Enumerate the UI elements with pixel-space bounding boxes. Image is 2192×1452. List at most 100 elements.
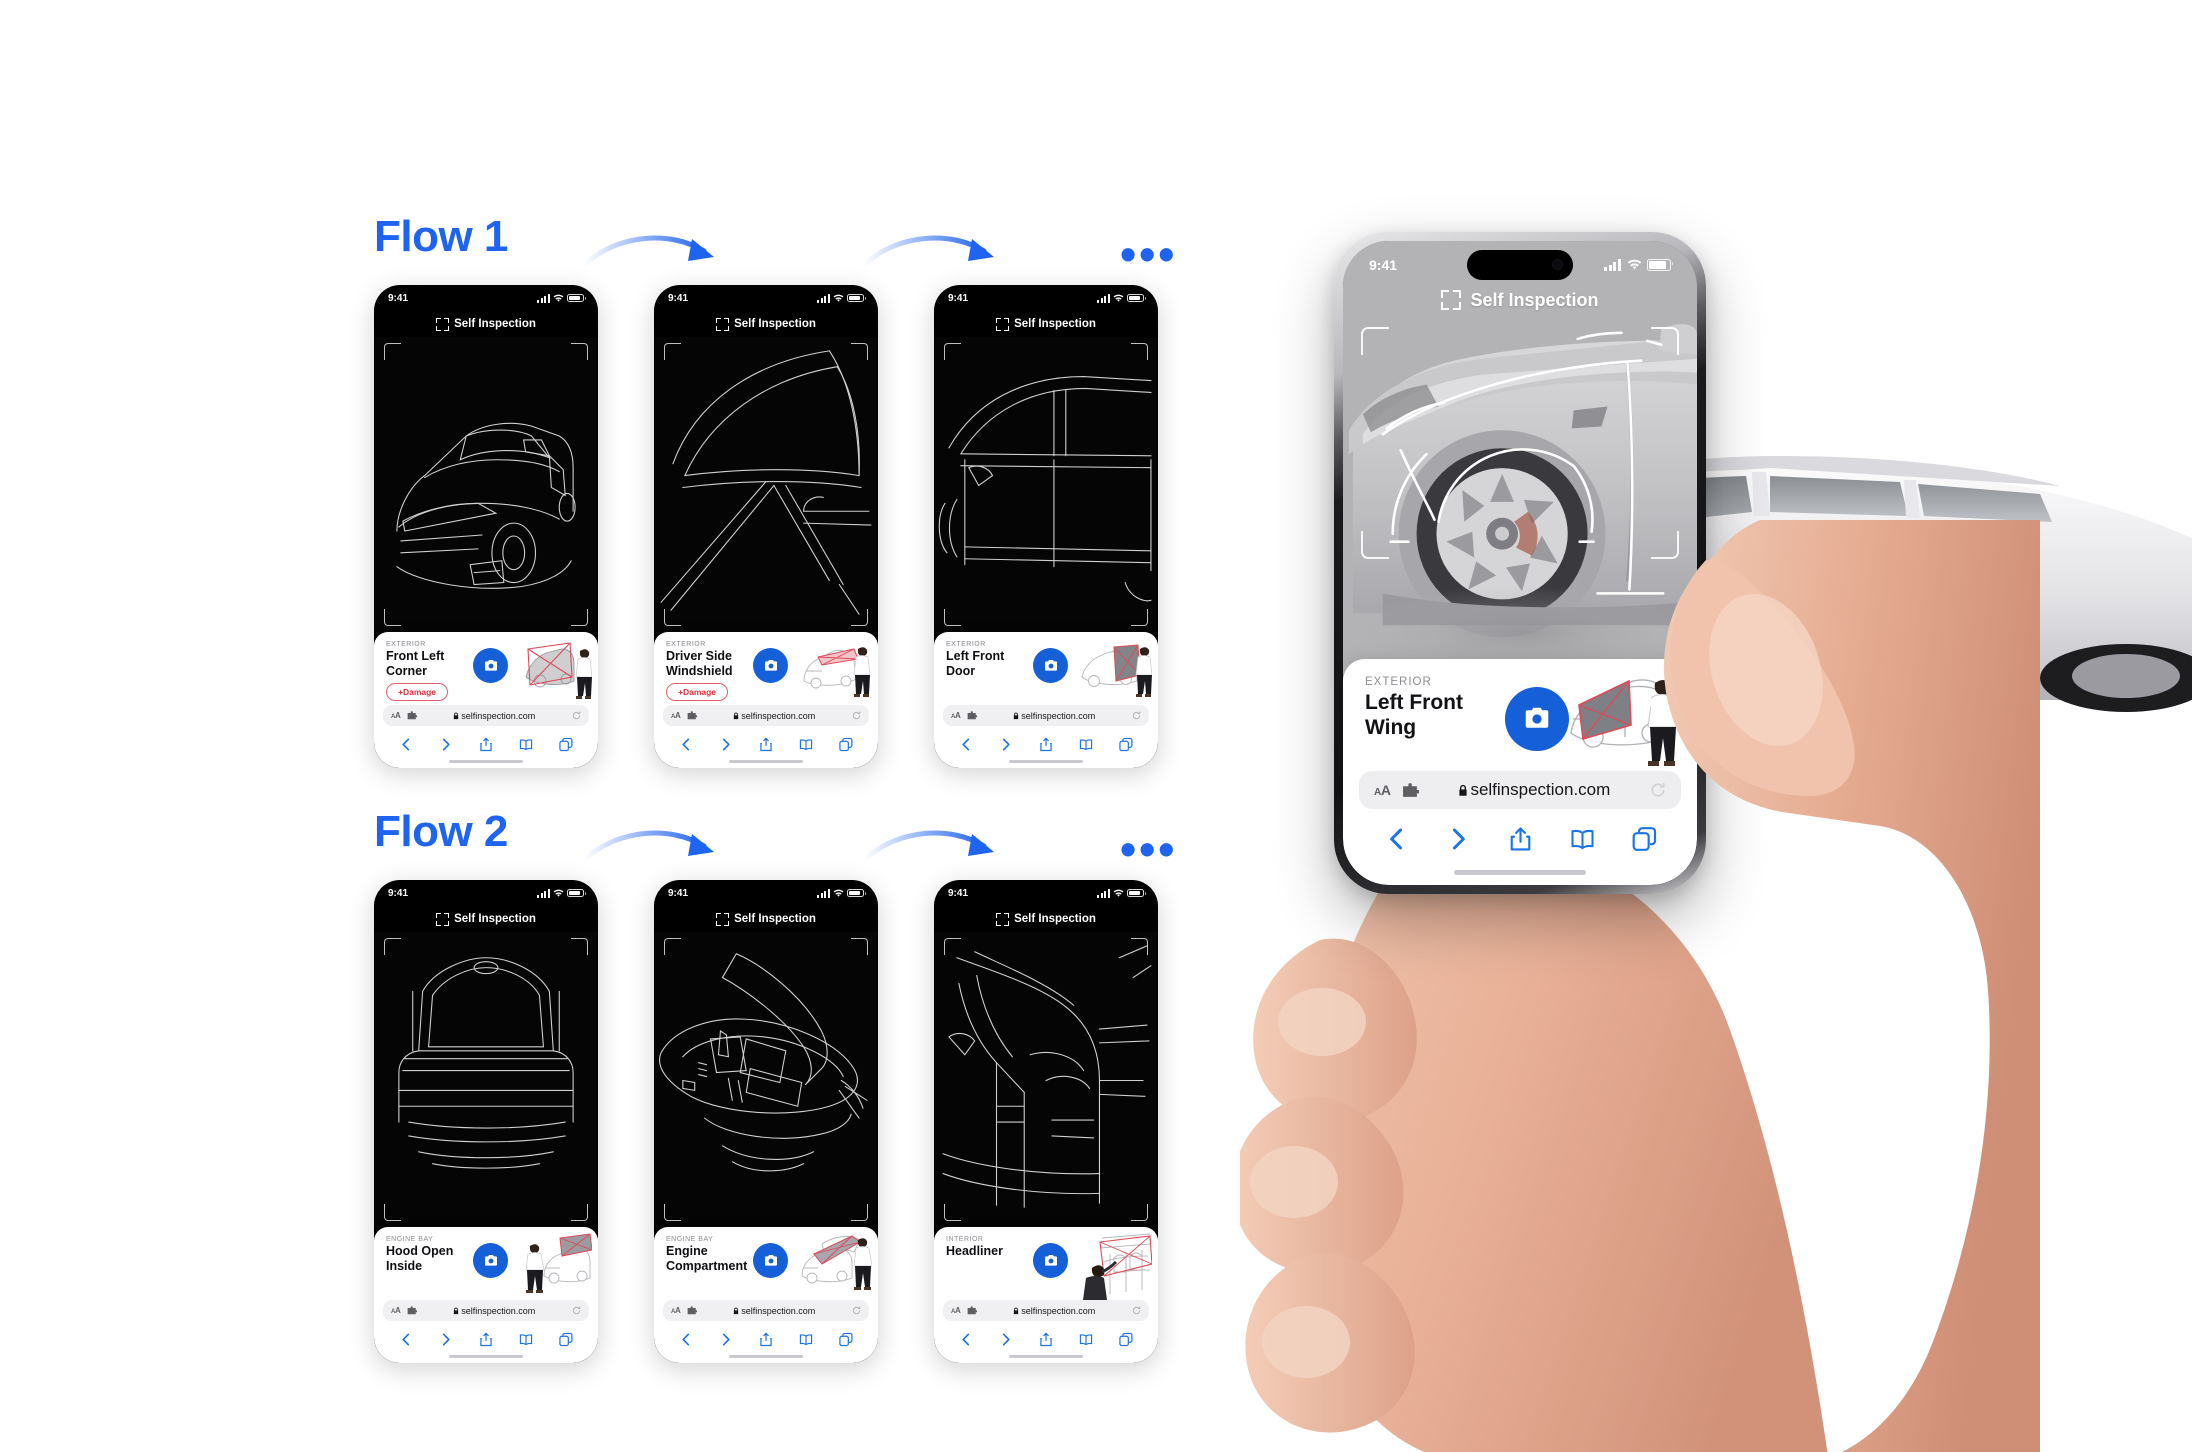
- reload-icon[interactable]: [572, 711, 581, 720]
- back-button[interactable]: [959, 1332, 973, 1347]
- capture-button[interactable]: [753, 648, 788, 683]
- bookmarks-button[interactable]: [1079, 1332, 1093, 1347]
- forward-button[interactable]: [439, 737, 453, 752]
- camera-viewfinder[interactable]: [654, 932, 878, 1229]
- part-name-line-1: Left Front: [1365, 691, 1463, 714]
- extensions-puzzle-icon[interactable]: [967, 711, 977, 720]
- flow-2-overflow-menu[interactable]: •••: [1120, 826, 1177, 872]
- share-button[interactable]: [1039, 1332, 1053, 1347]
- wifi-icon: [1113, 889, 1124, 897]
- text-size-button[interactable]: AA: [951, 1306, 961, 1315]
- bookmarks-button[interactable]: [1079, 737, 1093, 752]
- phone-screen-headliner[interactable]: 9:41 Self Inspection INTERIOR Headliner …: [934, 880, 1158, 1363]
- bookmarks-button[interactable]: [799, 737, 813, 752]
- capture-button[interactable]: [1033, 648, 1068, 683]
- share-button[interactable]: [479, 737, 493, 752]
- camera-icon: [484, 659, 497, 671]
- lock-icon: [734, 712, 739, 719]
- camera-viewfinder[interactable]: [934, 337, 1158, 634]
- forward-button[interactable]: [999, 1332, 1013, 1347]
- phone-screen-front-left-corner[interactable]: 9:41 Self Inspection EXTERIOR Front Left…: [374, 285, 598, 768]
- camera-viewfinder[interactable]: [374, 337, 598, 634]
- status-bar: 9:41: [934, 880, 1158, 906]
- extensions-puzzle-icon[interactable]: [967, 1306, 977, 1315]
- reload-icon[interactable]: [1132, 1306, 1141, 1315]
- status-time: 9:41: [388, 887, 409, 899]
- text-size-button[interactable]: AA: [951, 711, 961, 720]
- tabs-button[interactable]: [839, 1332, 853, 1347]
- text-size-button[interactable]: AA: [1374, 782, 1391, 798]
- back-button[interactable]: [679, 737, 693, 752]
- bookmarks-button[interactable]: [519, 737, 533, 752]
- capture-button[interactable]: [473, 1243, 508, 1278]
- inspection-sheet: EXTERIOR Left Front Door AA selfinspecti…: [934, 632, 1158, 768]
- tabs-button[interactable]: [839, 737, 853, 752]
- add-damage-button[interactable]: +Damage: [666, 683, 729, 701]
- back-button[interactable]: [399, 737, 413, 752]
- app-header: Self Inspection: [654, 313, 878, 335]
- safari-url-bar[interactable]: AA selfinspection.com: [383, 705, 589, 726]
- share-button[interactable]: [759, 737, 773, 752]
- safari-url-bar[interactable]: AA selfinspection.com: [943, 1300, 1149, 1321]
- safari-url-bar[interactable]: AA selfinspection.com: [943, 705, 1149, 726]
- extensions-puzzle-icon[interactable]: [687, 1306, 697, 1315]
- capture-button[interactable]: [473, 648, 508, 683]
- camera-icon: [1044, 659, 1057, 671]
- reload-icon[interactable]: [852, 711, 861, 720]
- phone-screen-hood-open-inside[interactable]: 9:41 Self Inspection ENGINE BAY Hood Ope…: [374, 880, 598, 1363]
- back-button[interactable]: [1384, 826, 1409, 852]
- safari-url-bar[interactable]: AA selfinspection.com: [663, 705, 869, 726]
- phone-screen-left-front-door[interactable]: 9:41 Self Inspection EXTERIOR Left Front…: [934, 285, 1158, 768]
- camera-viewfinder[interactable]: [654, 337, 878, 634]
- forward-button[interactable]: [719, 1332, 733, 1347]
- part-name: Front Left Corner: [386, 649, 445, 678]
- back-button[interactable]: [399, 1332, 413, 1347]
- flow-1-overflow-menu[interactable]: •••: [1120, 231, 1177, 277]
- bookmarks-button[interactable]: [519, 1332, 533, 1347]
- extensions-puzzle-icon[interactable]: [407, 1306, 417, 1315]
- part-name: Driver Side Windshield: [666, 649, 733, 678]
- flow-2-title: Flow 2: [374, 807, 508, 856]
- tabs-button[interactable]: [559, 1332, 573, 1347]
- thumb-overlapping-phone: [1520, 520, 2040, 1452]
- camera-icon: [484, 1254, 497, 1266]
- front-camera-icon: [1552, 259, 1563, 270]
- camera-viewfinder[interactable]: [934, 932, 1158, 1229]
- reload-icon[interactable]: [852, 1306, 861, 1315]
- viewfinder-brackets: [944, 938, 1148, 1221]
- tabs-button[interactable]: [1119, 1332, 1133, 1347]
- add-damage-button[interactable]: +Damage: [386, 683, 449, 701]
- tabs-button[interactable]: [559, 737, 573, 752]
- share-button[interactable]: [1039, 737, 1053, 752]
- bookmarks-button[interactable]: [799, 1332, 813, 1347]
- forward-button[interactable]: [999, 737, 1013, 752]
- tabs-button[interactable]: [1119, 737, 1133, 752]
- safari-url-bar[interactable]: AA selfinspection.com: [383, 1300, 589, 1321]
- text-size-button[interactable]: AA: [391, 1306, 401, 1315]
- back-button[interactable]: [959, 737, 973, 752]
- forward-button[interactable]: [439, 1332, 453, 1347]
- extensions-puzzle-icon[interactable]: [1402, 782, 1419, 798]
- text-size-button[interactable]: AA: [671, 1306, 681, 1315]
- app-title: Self Inspection: [454, 318, 536, 330]
- extensions-puzzle-icon[interactable]: [407, 711, 417, 720]
- phone-screen-engine-compartment[interactable]: 9:41 Self Inspection ENGINE BAY Engine C…: [654, 880, 878, 1363]
- capture-button[interactable]: [1033, 1243, 1068, 1278]
- share-button[interactable]: [759, 1332, 773, 1347]
- safari-url-bar[interactable]: AA selfinspection.com: [663, 1300, 869, 1321]
- back-button[interactable]: [679, 1332, 693, 1347]
- reload-icon[interactable]: [1132, 711, 1141, 720]
- url-text: selfinspection.com: [461, 710, 536, 721]
- url-text: selfinspection.com: [741, 710, 816, 721]
- camera-viewfinder[interactable]: [374, 932, 598, 1229]
- forward-button[interactable]: [719, 737, 733, 752]
- extensions-puzzle-icon[interactable]: [687, 711, 697, 720]
- share-button[interactable]: [479, 1332, 493, 1347]
- phone-screen-driver-side-windshield[interactable]: 9:41 Self Inspection EXTERIOR Driver Sid…: [654, 285, 878, 768]
- forward-button[interactable]: [1446, 826, 1471, 852]
- text-size-button[interactable]: AA: [671, 711, 681, 720]
- capture-button[interactable]: [753, 1243, 788, 1278]
- reload-icon[interactable]: [572, 1306, 581, 1315]
- text-size-button[interactable]: AA: [391, 711, 401, 720]
- battery-icon: [1127, 294, 1146, 302]
